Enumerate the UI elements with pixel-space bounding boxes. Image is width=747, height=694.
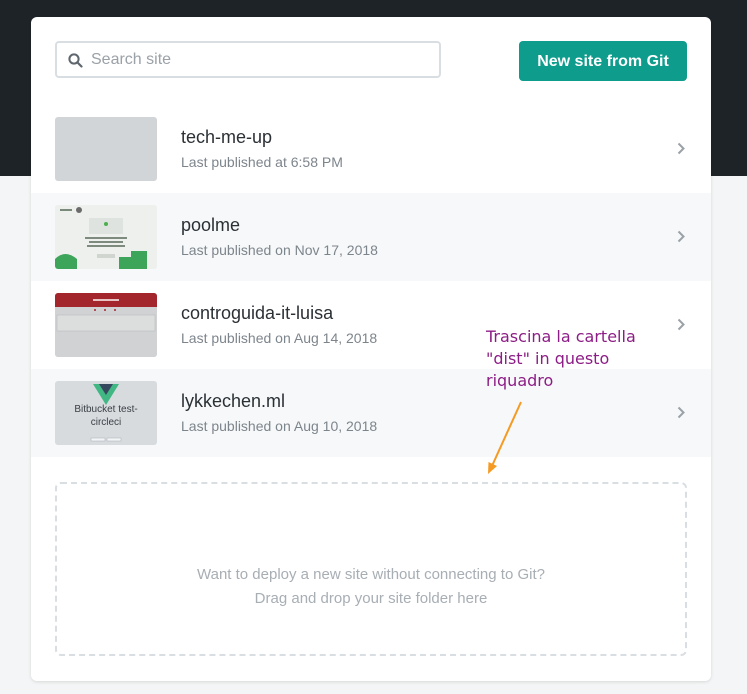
site-name: controguida-it-luisa: [181, 303, 334, 323]
new-site-from-git-button[interactable]: New site from Git: [519, 41, 687, 81]
annotation-arrow-icon: [488, 401, 522, 474]
thumbnail-preview-image: [55, 293, 157, 357]
site-thumbnail: [55, 293, 157, 357]
search-input[interactable]: [91, 49, 431, 71]
annotation-note: Trascina la cartella "dist" in questo ri…: [486, 327, 636, 390]
site-name: poolme: [181, 215, 241, 235]
folder-dropzone[interactable]: Want to deploy a new site without connec…: [55, 482, 687, 656]
thumbnail-caption: Bitbucket test-circleci: [74, 404, 138, 428]
chevron-right-icon: [677, 318, 685, 331]
site-row-poolme[interactable]: poolme Last published on Nov 17, 2018: [31, 193, 711, 281]
chevron-right-icon: [677, 406, 685, 419]
dropzone-instruction: Drag and drop your site folder here: [254, 590, 488, 607]
site-name: lykkechen.ml: [181, 391, 286, 411]
site-row-tech-me-up[interactable]: tech-me-up Last published at 6:58 PM: [31, 105, 711, 193]
dropzone-prompt: Want to deploy a new site without connec…: [197, 566, 545, 583]
site-thumbnail: [55, 205, 157, 269]
site-last-published: Last published on Aug 14, 2018: [181, 330, 378, 346]
search-icon: [68, 53, 83, 68]
site-thumbnail: Bitbucket test-circleci: [55, 381, 157, 445]
chevron-right-icon: [677, 142, 685, 155]
site-last-published: Last published on Nov 17, 2018: [181, 242, 378, 258]
site-last-published: Last published at 6:58 PM: [181, 154, 343, 170]
site-name: tech-me-up: [181, 127, 273, 147]
thumbnail-preview-image: [55, 205, 157, 269]
site-thumbnail: [55, 117, 157, 181]
site-last-published: Last published on Aug 10, 2018: [181, 418, 378, 434]
chevron-right-icon: [677, 230, 685, 243]
search-box[interactable]: [55, 41, 441, 78]
